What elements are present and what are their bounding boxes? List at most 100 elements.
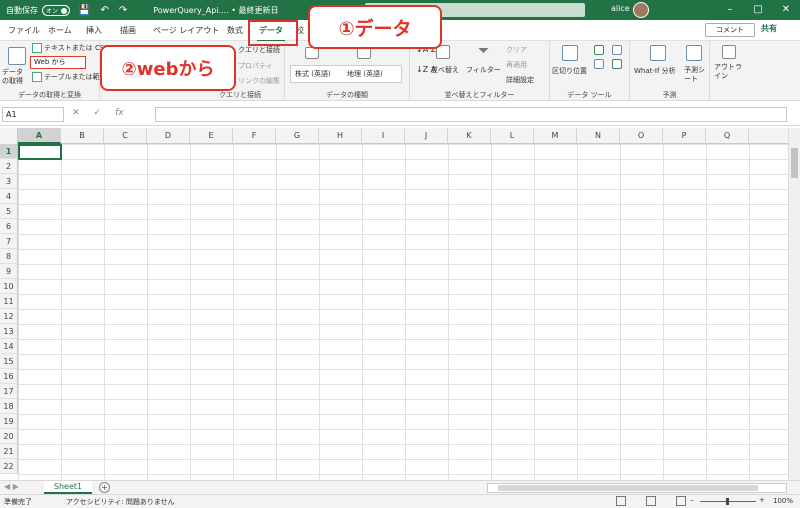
forecast-sheet-button[interactable]: 予測シート bbox=[684, 66, 706, 84]
web-from-button[interactable]: Web から bbox=[30, 56, 86, 69]
redo-icon[interactable]: ↷ bbox=[119, 5, 127, 16]
formula-input[interactable] bbox=[155, 107, 787, 122]
autosave-toggle[interactable]: オン bbox=[42, 4, 70, 16]
row-header[interactable]: 6 bbox=[0, 219, 18, 234]
column-header[interactable]: K bbox=[448, 128, 491, 144]
comment-button[interactable]: コメント bbox=[705, 23, 755, 37]
data-model-icon[interactable] bbox=[612, 59, 622, 69]
row-header[interactable]: 22 bbox=[0, 459, 18, 474]
horizontal-scroll-thumb[interactable] bbox=[498, 485, 758, 491]
zoom-out-button[interactable]: – bbox=[690, 496, 694, 504]
sheet-nav-arrows[interactable]: ◀ ▶ bbox=[4, 482, 19, 491]
tab-insert[interactable]: 挿入 bbox=[86, 25, 102, 36]
user-name[interactable]: alice bbox=[611, 4, 630, 13]
tab-draw[interactable]: 描画 bbox=[120, 25, 136, 36]
maximize-button[interactable]: □ bbox=[744, 0, 772, 20]
zoom-slider[interactable] bbox=[700, 498, 756, 505]
save-icon[interactable]: 💾 bbox=[78, 5, 90, 16]
filter-button[interactable]: フィルター bbox=[466, 65, 501, 75]
row-header[interactable]: 5 bbox=[0, 204, 18, 219]
row-header[interactable]: 7 bbox=[0, 234, 18, 249]
tab-file[interactable]: ファイル bbox=[8, 25, 40, 36]
vertical-scrollbar[interactable] bbox=[788, 128, 800, 480]
normal-view-icon[interactable] bbox=[616, 496, 626, 506]
column-header[interactable]: M bbox=[534, 128, 577, 144]
row-header[interactable]: 1 bbox=[0, 144, 18, 159]
text-to-columns-button[interactable]: 区切り位置 bbox=[552, 66, 587, 76]
row-header[interactable]: 18 bbox=[0, 399, 18, 414]
queries-connections-button[interactable]: クエリと接続 bbox=[238, 45, 280, 55]
outline-button[interactable]: アウトライン bbox=[714, 63, 746, 81]
edit-links-button[interactable]: リンクの編集 bbox=[238, 76, 280, 86]
properties-button[interactable]: プロパティ bbox=[238, 61, 273, 71]
row-header[interactable]: 19 bbox=[0, 414, 18, 429]
column-header[interactable]: G bbox=[276, 128, 319, 144]
row-header[interactable]: 4 bbox=[0, 189, 18, 204]
share-button[interactable]: 共有 bbox=[761, 23, 777, 34]
stock-type-button[interactable]: 株式 (英語) bbox=[295, 69, 331, 79]
close-button[interactable]: ✕ bbox=[772, 0, 800, 20]
whatif-button[interactable]: What-If 分析 bbox=[634, 66, 676, 76]
column-header[interactable]: O bbox=[620, 128, 663, 144]
zoom-level[interactable]: 100% bbox=[773, 497, 793, 505]
add-sheet-button[interactable]: + bbox=[99, 482, 110, 493]
column-header[interactable]: P bbox=[663, 128, 706, 144]
row-header[interactable]: 20 bbox=[0, 429, 18, 444]
row-header[interactable]: 8 bbox=[0, 249, 18, 264]
zoom-in-button[interactable]: + bbox=[759, 496, 765, 504]
active-cell[interactable] bbox=[18, 144, 62, 160]
page-layout-view-icon[interactable] bbox=[646, 496, 656, 506]
cancel-icon[interactable]: ✕ bbox=[72, 108, 80, 118]
column-header[interactable]: B bbox=[61, 128, 104, 144]
column-header[interactable]: H bbox=[319, 128, 362, 144]
column-header[interactable]: D bbox=[147, 128, 190, 144]
tab-formulas[interactable]: 数式 bbox=[227, 25, 243, 36]
fx-icon[interactable]: fx bbox=[115, 108, 124, 118]
row-header[interactable]: 9 bbox=[0, 264, 18, 279]
clear-button[interactable]: クリア bbox=[506, 45, 527, 55]
row-header[interactable]: 16 bbox=[0, 369, 18, 384]
column-header[interactable]: N bbox=[577, 128, 620, 144]
column-header[interactable]: L bbox=[491, 128, 534, 144]
accessibility-status[interactable]: アクセシビリティ: 問題ありません bbox=[66, 497, 175, 507]
row-header[interactable]: 17 bbox=[0, 384, 18, 399]
minimize-button[interactable]: – bbox=[716, 0, 744, 20]
row-header[interactable]: 15 bbox=[0, 354, 18, 369]
sort-button[interactable]: 並べ替え bbox=[431, 65, 459, 75]
reapply-button[interactable]: 再適用 bbox=[506, 60, 527, 70]
row-header[interactable]: 2 bbox=[0, 159, 18, 174]
select-all-corner[interactable] bbox=[0, 128, 18, 144]
row-header[interactable]: 3 bbox=[0, 174, 18, 189]
column-header[interactable]: E bbox=[190, 128, 233, 144]
tab-home[interactable]: ホーム bbox=[48, 25, 72, 36]
column-header[interactable]: C bbox=[104, 128, 147, 144]
column-header[interactable]: A bbox=[18, 128, 61, 144]
horizontal-scrollbar[interactable] bbox=[487, 483, 787, 493]
column-header[interactable]: J bbox=[405, 128, 448, 144]
geo-type-button[interactable]: 地理 (英語) bbox=[347, 69, 383, 79]
page-break-view-icon[interactable] bbox=[676, 496, 686, 506]
database-icon[interactable] bbox=[8, 47, 26, 65]
document-title[interactable]: PowerQuery_Api.... • 最終更新日 bbox=[153, 5, 278, 16]
row-header[interactable]: 12 bbox=[0, 309, 18, 324]
remove-duplicates-icon[interactable] bbox=[594, 59, 604, 69]
column-header[interactable]: F bbox=[233, 128, 276, 144]
consolidate-icon[interactable] bbox=[612, 45, 622, 55]
row-header[interactable]: 14 bbox=[0, 339, 18, 354]
vertical-scroll-thumb[interactable] bbox=[791, 148, 798, 178]
zoom-slider-knob[interactable] bbox=[726, 498, 729, 505]
text-csv-button[interactable]: テキストまたは CSV bbox=[32, 43, 109, 53]
row-header[interactable]: 11 bbox=[0, 294, 18, 309]
tab-page-layout[interactable]: ページ レイアウト bbox=[153, 25, 219, 36]
cell-area[interactable] bbox=[18, 144, 788, 480]
advanced-button[interactable]: 詳細設定 bbox=[506, 75, 534, 85]
name-box[interactable]: A1 bbox=[2, 107, 64, 122]
row-header[interactable]: 10 bbox=[0, 279, 18, 294]
flash-fill-icon[interactable] bbox=[594, 45, 604, 55]
row-header[interactable]: 13 bbox=[0, 324, 18, 339]
avatar[interactable] bbox=[633, 2, 649, 18]
get-data-button[interactable]: データの取得 bbox=[2, 68, 28, 86]
enter-icon[interactable]: ✓ bbox=[94, 108, 102, 118]
table-range-button[interactable]: テーブルまたは範囲 bbox=[32, 72, 107, 82]
column-header[interactable]: Q bbox=[706, 128, 749, 144]
